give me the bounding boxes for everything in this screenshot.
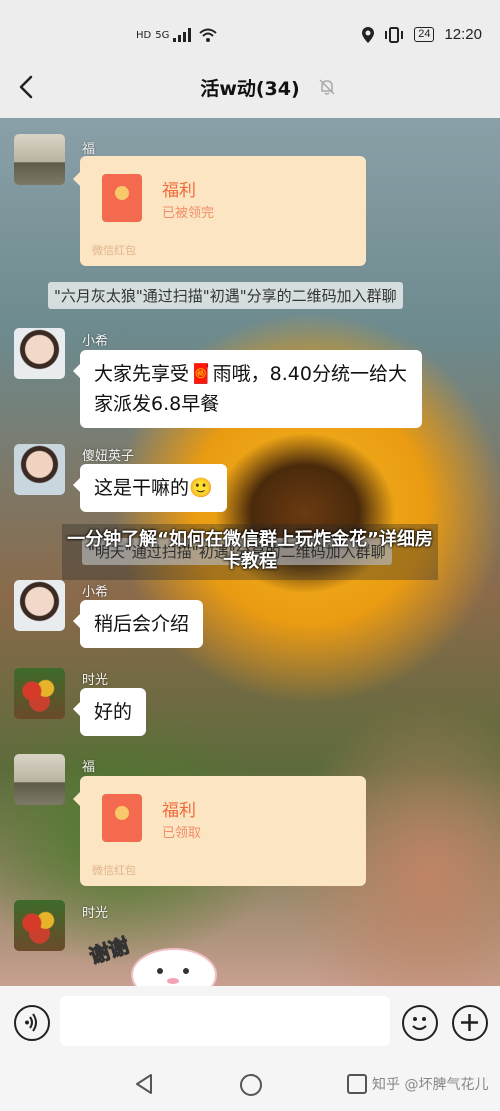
sender-name: 福 [82, 760, 96, 775]
vibrate-icon [385, 26, 404, 43]
sender-name: 小希 [82, 585, 109, 600]
thank-you-sticker[interactable]: 谢谢 [82, 923, 222, 986]
avatar[interactable] [14, 328, 65, 379]
chat-area[interactable]: 福 福利 已被领完 微信红包 "六月灰太狼"通过扫描"初遇"分享的二维码加入群聊… [0, 118, 500, 986]
red-packet-icon [102, 794, 142, 842]
red-packet[interactable]: 福利 已领取 微信红包 [73, 776, 366, 886]
sender-name: 傻妞英子 [82, 449, 135, 464]
signal-bars-icon [173, 28, 192, 42]
chat-header: 活w动(34) [0, 58, 500, 118]
voice-button[interactable] [14, 1005, 50, 1041]
input-bar [0, 986, 500, 1060]
watermark: 知乎 @坏脾气花儿 [368, 1074, 493, 1094]
message-bubble[interactable]: 大家先享受🧧雨哦，8.40分统一给大家派发6.8早餐 [73, 350, 422, 428]
red-packet-status: 已领取 [162, 826, 202, 841]
clock: 12:20 [444, 26, 482, 43]
avatar[interactable] [14, 754, 65, 805]
message-bubble[interactable]: 好的 [72, 688, 147, 736]
sender-name: 小希 [82, 334, 109, 349]
video-caption: 一分钟了解“如何在微信群上玩炸金花”详细房卡教程 [67, 529, 433, 572]
status-right: 24 12:20 [362, 26, 482, 43]
avatar[interactable] [14, 668, 65, 719]
red-packet-title: 福利 [162, 801, 196, 821]
mute-icon [319, 79, 335, 95]
sticker-text: 谢谢 [86, 933, 131, 968]
network-indicators: HD 5G [136, 28, 218, 42]
more-button[interactable] [452, 1005, 488, 1041]
message-input[interactable] [60, 996, 390, 1046]
message-bubble[interactable]: 稍后会介绍 [72, 600, 204, 648]
red-packet-footer: 微信红包 [92, 864, 136, 877]
avatar[interactable] [14, 134, 65, 185]
avatar[interactable] [14, 580, 65, 631]
system-nav-bar: 知乎 @坏脾气花儿 [0, 1060, 500, 1111]
status-bar: HD 5G 24 12:20 [0, 0, 500, 58]
emoji-button[interactable] [402, 1005, 438, 1041]
message-bubble[interactable]: 这是干嘛的🙂 [73, 464, 227, 512]
emoji-icon [412, 1017, 427, 1031]
system-message: "六月灰太狼"通过扫描"初遇"分享的二维码加入群聊 [48, 282, 403, 309]
avatar[interactable] [14, 444, 65, 495]
hd-label: HD [136, 29, 152, 41]
chat-title[interactable]: 活w动(34) [0, 74, 500, 101]
avatar[interactable] [14, 900, 65, 951]
wifi-icon [199, 28, 218, 42]
sender-name: 福 [82, 142, 96, 157]
sender-name: 时光 [82, 673, 109, 688]
location-icon [362, 26, 375, 43]
nav-back-icon[interactable] [133, 1072, 155, 1096]
nav-recent-icon[interactable] [347, 1074, 367, 1094]
red-packet-title: 福利 [162, 181, 196, 201]
sender-name: 时光 [82, 906, 109, 921]
battery-level: 24 [414, 27, 435, 42]
red-packet[interactable]: 福利 已被领完 微信红包 [73, 156, 366, 266]
red-packet-footer: 微信红包 [92, 244, 136, 257]
signal-label: 5G [155, 29, 170, 41]
plus-icon [461, 1014, 478, 1031]
red-packet-icon [102, 174, 142, 222]
voice-icon [25, 1013, 37, 1032]
nav-home-icon[interactable] [240, 1074, 262, 1096]
red-packet-status: 已被领完 [162, 206, 215, 221]
